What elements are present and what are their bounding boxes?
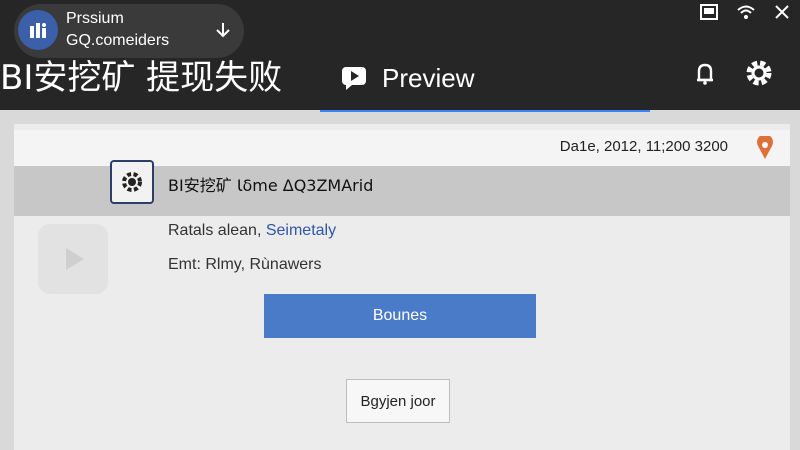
detail-link[interactable]: Seimetaly [266, 222, 336, 239]
content-card: Da1e, 2012, 11;200 3200 BI安挖矿 Ɩδme ΔQ3ZM… [14, 124, 790, 450]
settings-icon[interactable] [110, 160, 154, 204]
notification-subtitle: GQ.comeiders [66, 32, 170, 49]
secondary-button[interactable]: Bgyjen joor [346, 379, 450, 423]
date-text: Da1e, 2012, 11;200 3200 [559, 138, 728, 155]
notification-title: Prssium [66, 10, 124, 27]
screenshot-icon[interactable] [700, 4, 718, 20]
primary-button[interactable]: Bounes [264, 294, 536, 338]
item-secondary-line: Emt: Rlmy, Rùnawers [168, 256, 322, 273]
wifi-icon [736, 4, 756, 20]
close-icon[interactable] [774, 4, 790, 20]
system-icons [700, 4, 790, 20]
gear-icon[interactable] [742, 56, 776, 90]
item-detail-line: Ratals alean, Seimetaly [168, 222, 336, 240]
detail-prefix: Ratals alean, [168, 222, 266, 239]
pin-icon[interactable] [752, 134, 778, 162]
item-title: BI安挖矿 Ɩδme ΔQ3ZMΑrid [168, 176, 374, 195]
tab-label: Preview [382, 62, 475, 93]
top-bar: Prssium GQ.comeiders BI安挖矿 提现失败 Preview [0, 0, 800, 112]
tab-preview[interactable]: Preview [320, 46, 650, 112]
page-title: BI安挖矿 提现失败 [0, 58, 283, 98]
bell-icon[interactable] [694, 62, 716, 86]
preview-icon [340, 65, 368, 91]
download-icon[interactable] [210, 18, 236, 44]
background-play-icon [38, 224, 108, 294]
app-icon [18, 10, 58, 50]
